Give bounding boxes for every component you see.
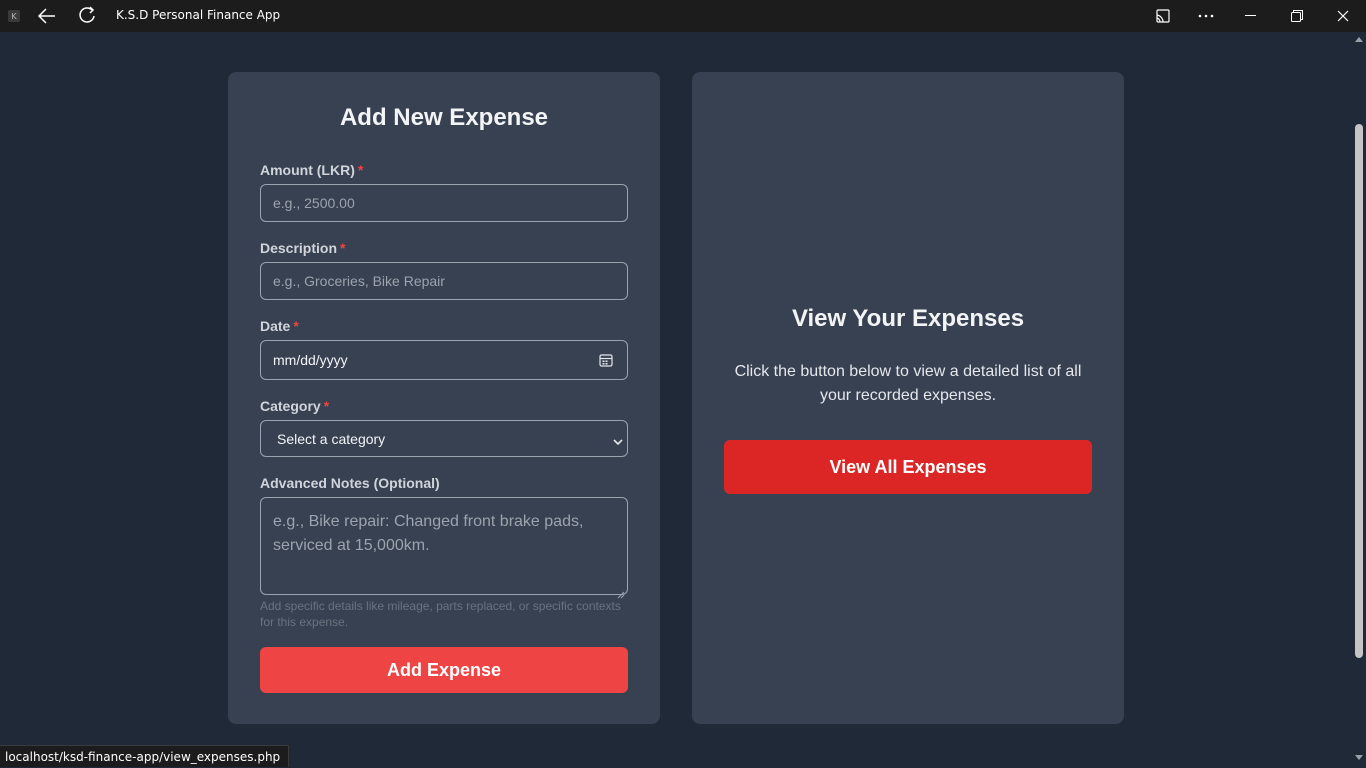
refresh-icon[interactable] (77, 5, 97, 27)
description-label: Description * (260, 240, 345, 256)
title-bar: K K.S.D Personal Finance App (0, 0, 1366, 32)
category-label: Category * (260, 398, 329, 414)
view-expenses-description: Click the button below to view a detaile… (734, 363, 1082, 404)
required-mark: * (323, 398, 330, 414)
notes-label: Advanced Notes (Optional) (260, 475, 440, 491)
date-label: Date * (260, 318, 299, 334)
category-select[interactable]: Select a category (260, 420, 628, 457)
required-mark: * (340, 240, 346, 256)
window-title: K.S.D Personal Finance App (116, 8, 281, 22)
close-icon[interactable] (1320, 0, 1366, 32)
amount-input[interactable] (260, 184, 628, 222)
scrollbar[interactable] (1352, 32, 1366, 768)
required-mark: * (293, 318, 299, 334)
scroll-down-arrow-icon[interactable] (1355, 755, 1363, 760)
back-arrow-icon[interactable] (36, 6, 58, 26)
restore-icon[interactable] (1274, 0, 1320, 32)
cast-icon[interactable] (1140, 0, 1186, 32)
form-title: Add New Expense (339, 104, 549, 131)
category-label-text: Category (260, 398, 321, 414)
add-expense-card: Add New Expense Amount (LKR)* Descriptio… (228, 72, 660, 724)
view-all-expenses-button[interactable]: View All Expenses (724, 440, 1092, 494)
minimize-icon[interactable] (1228, 0, 1274, 32)
notes-help-text: Add specific details like mileage, parts… (260, 599, 621, 629)
scrollbar-thumb[interactable] (1355, 124, 1363, 658)
calendar-icon[interactable] (599, 353, 613, 367)
description-label-text: Description (260, 240, 338, 256)
resize-grip-icon[interactable] (617, 586, 625, 599)
amount-label: Amount (LKR) * (260, 162, 363, 178)
scroll-up-arrow-icon[interactable] (1355, 37, 1363, 42)
app-icon: K (8, 10, 20, 22)
chevron-down-icon (613, 434, 623, 446)
description-input[interactable] (260, 262, 628, 300)
view-expenses-title: View Your Expenses (791, 305, 1025, 332)
date-label-text: Date (260, 318, 291, 334)
more-options-icon[interactable] (1183, 0, 1229, 32)
link-status-bar: localhost/ksd-finance-app/view_expenses.… (0, 745, 290, 767)
date-value: mm/dd/yyyy (273, 352, 348, 368)
category-selected-value: Select a category (277, 430, 386, 447)
view-expenses-card: View Your Expenses Click the button belo… (692, 72, 1124, 724)
date-input[interactable]: mm/dd/yyyy (260, 340, 628, 380)
notes-textarea[interactable] (260, 497, 628, 595)
add-expense-button[interactable]: Add Expense (260, 647, 628, 693)
required-mark: * (357, 162, 364, 178)
amount-label-text: Amount (LKR) (260, 162, 355, 178)
